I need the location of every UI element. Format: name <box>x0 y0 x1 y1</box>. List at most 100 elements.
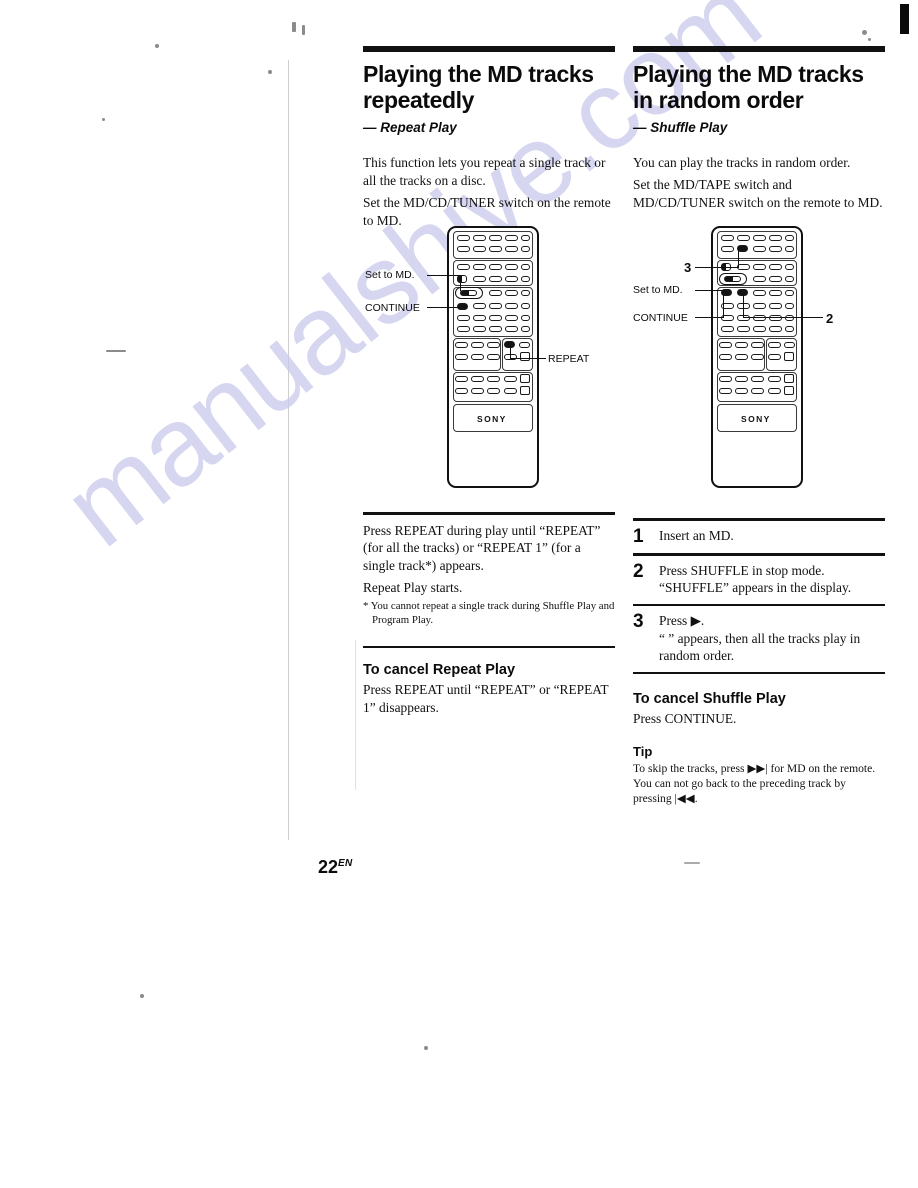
remote-button <box>735 342 748 348</box>
remote-button <box>769 303 782 309</box>
callout-step-2: 2 <box>826 311 834 326</box>
callout-set-to-md: Set to MD. <box>633 284 683 296</box>
remote-button <box>785 264 794 270</box>
callout-leader <box>695 317 723 319</box>
remote-button <box>769 246 782 252</box>
scan-speck <box>424 1046 428 1050</box>
scan-speck <box>106 350 126 352</box>
tip-heading: Tip <box>633 743 653 759</box>
remote-button <box>455 354 468 360</box>
remote-button <box>784 386 794 395</box>
callout-leader <box>723 294 725 318</box>
callout-leader <box>460 275 462 291</box>
remote-button <box>521 276 530 282</box>
left-section-subtitle: — Repeat Play <box>363 120 457 136</box>
step-item: 1 Insert an MD. <box>633 521 885 554</box>
right-intro-line-2: Set the MD/TAPE switch and MD/CD/TUNER s… <box>633 177 883 210</box>
remote-button <box>455 388 468 394</box>
step-number: 1 <box>633 525 644 547</box>
remote-button <box>473 326 486 332</box>
remote-button <box>521 303 530 309</box>
remote-button <box>753 264 766 270</box>
callout-leader <box>695 290 724 292</box>
callout-leader <box>510 345 512 359</box>
remote-button <box>769 276 782 282</box>
remote-button <box>719 354 732 360</box>
scan-speck <box>868 38 871 41</box>
remote-button <box>504 376 517 382</box>
remote-button <box>489 264 502 270</box>
right-section-subtitle: — Shuffle Play <box>633 120 728 136</box>
remote-button <box>487 342 500 348</box>
remote-button <box>504 388 517 394</box>
page-number-suffix: EN <box>338 858 353 869</box>
remote-button <box>471 354 484 360</box>
remote-switch-md-tape <box>460 290 477 296</box>
remote-button <box>784 352 794 361</box>
remote-button <box>785 326 794 332</box>
remote-button <box>505 290 518 296</box>
remote-button <box>785 246 794 252</box>
callout-leader <box>738 246 740 268</box>
remote-button <box>505 303 518 309</box>
scan-speck <box>155 44 159 48</box>
remote-button <box>768 388 781 394</box>
remote-button <box>521 315 530 321</box>
remote-switch-md-tape <box>724 276 741 282</box>
step-number: 2 <box>633 560 644 582</box>
remote-button <box>505 315 518 321</box>
remote-button <box>735 354 748 360</box>
remote-button <box>784 374 794 383</box>
callout-repeat: REPEAT <box>548 353 590 365</box>
left-column: Playing the MD tracks repeatedly — Repea… <box>363 46 615 233</box>
remote-button <box>471 342 484 348</box>
remote-button <box>769 290 782 296</box>
remote-button <box>768 342 781 348</box>
remote-button <box>520 374 530 383</box>
remote-button <box>457 326 470 332</box>
remote-button <box>751 354 764 360</box>
remote-button <box>520 386 530 395</box>
scan-speck <box>140 994 144 998</box>
divider-rule <box>363 512 615 515</box>
remote-button <box>753 326 766 332</box>
remote-button <box>753 276 766 282</box>
remote-button <box>784 342 795 348</box>
step-body: Press ▶. “ ” appears, then all the track… <box>659 612 885 664</box>
step-number: 3 <box>633 611 644 633</box>
remote-button <box>768 354 781 360</box>
page-number-value: 22 <box>318 857 339 877</box>
sony-brand-logo: SONY <box>741 414 771 424</box>
remote-button <box>737 235 750 241</box>
remote-button <box>719 376 732 382</box>
remote-button <box>473 303 486 309</box>
scan-speck <box>862 30 867 35</box>
remote-button <box>521 264 530 270</box>
scan-speck <box>102 118 105 121</box>
remote-button <box>471 376 484 382</box>
remote-button <box>751 342 764 348</box>
step-sub-text: “SHUFFLE” appears in the display. <box>659 580 852 596</box>
remote-button <box>489 303 502 309</box>
remote-button <box>489 246 502 252</box>
step-body: Press SHUFFLE in stop mode. “SHUFFLE” ap… <box>659 562 885 597</box>
remote-button <box>785 303 794 309</box>
scan-speck <box>292 22 296 32</box>
callout-leader <box>695 267 739 269</box>
remote-button <box>719 388 732 394</box>
remote-button <box>505 246 518 252</box>
remote-button <box>473 246 486 252</box>
remote-button <box>721 246 734 252</box>
remote-button <box>721 235 734 241</box>
divider-rule <box>363 645 615 648</box>
remote-button <box>487 354 500 360</box>
tip-body: To skip the tracks, press ▶▶| for MD on … <box>633 761 876 805</box>
step-main-text: Press ▶. <box>659 613 705 629</box>
remote-button <box>521 235 530 241</box>
scan-speck <box>302 25 305 35</box>
remote-button <box>473 235 486 241</box>
remote-button <box>785 290 794 296</box>
remote-button <box>785 235 794 241</box>
remote-button <box>505 326 518 332</box>
remote-button <box>721 326 734 332</box>
